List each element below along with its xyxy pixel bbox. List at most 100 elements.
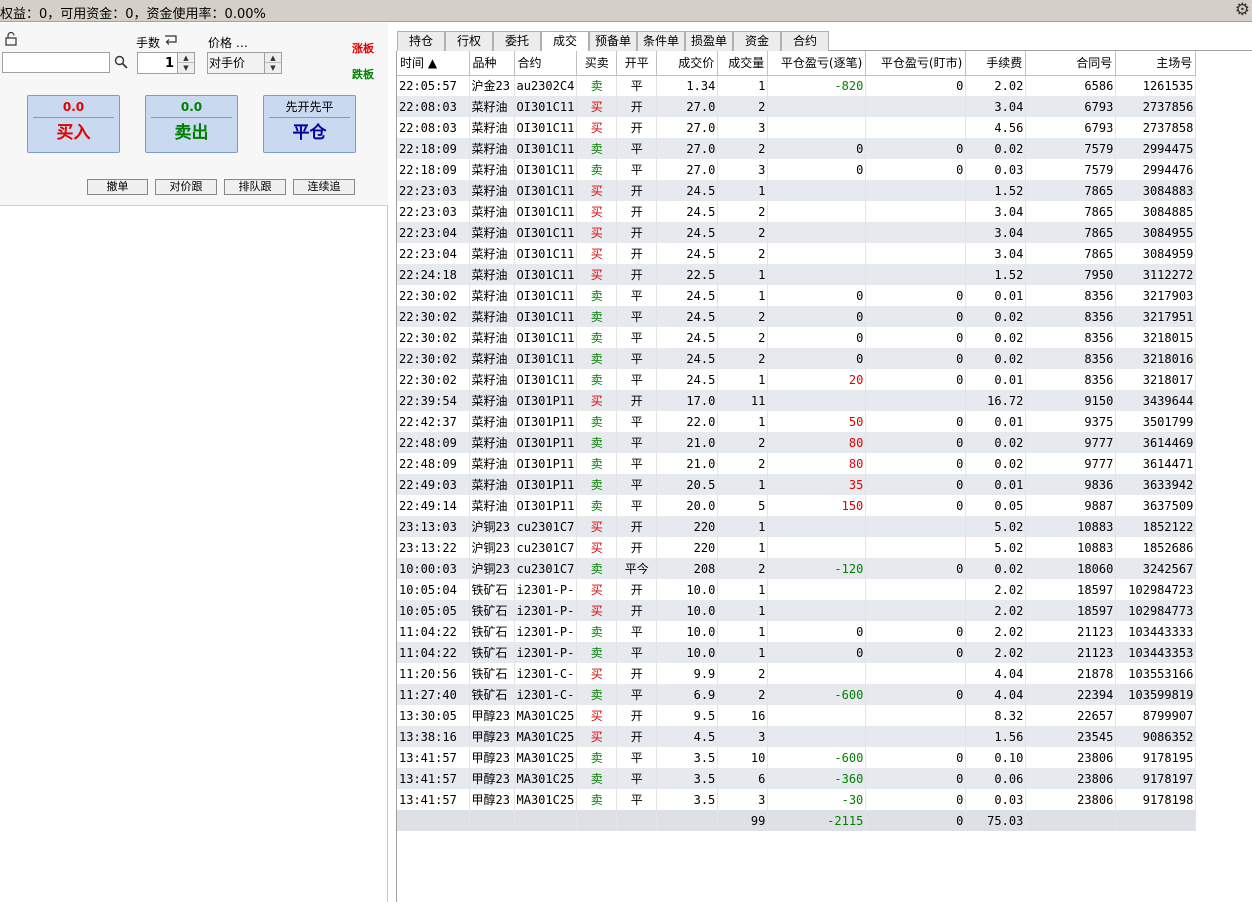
- cell-exchange-no: 2994476: [1115, 159, 1197, 180]
- table-row[interactable]: 22:39:54 菜籽油 OI301P11 买开 17.0 11 16.72 9150 3439…: [397, 390, 1197, 411]
- tab-contracts[interactable]: 合约: [781, 31, 829, 51]
- table-row[interactable]: 22:23:03 菜籽油 OI301C11 买开 24.5 2 3.04 7865 308488…: [397, 201, 1197, 222]
- table-row[interactable]: 22:24:18 菜籽油 OI301C11 买开 22.5 1 1.52 7950 311227…: [397, 264, 1197, 285]
- table-row[interactable]: 11:20:56 铁矿石 i2301-C- 买开 9.9 2 4.04 21878 103553…: [397, 663, 1197, 684]
- table-row[interactable]: 22:23:04 菜籽油 OI301C11 买开 24.5 2 3.04 7865 308495…: [397, 243, 1197, 264]
- table-row[interactable]: 10:00:03 沪铜23 cu2301C7 卖平今 208 2 -120 0 0.02 1806…: [397, 558, 1197, 579]
- tab-prepared-orders[interactable]: 预备单: [589, 31, 637, 51]
- summary-cell-side: [576, 810, 618, 831]
- tab-positions[interactable]: 持仓: [397, 31, 445, 51]
- price-stepper[interactable]: 对手价 ▲ ▼: [207, 52, 282, 74]
- cell-pnl-mtm: [865, 705, 967, 726]
- column-header-volume[interactable]: 成交量: [717, 51, 769, 76]
- spin-down-icon[interactable]: ▼: [178, 63, 194, 73]
- table-row[interactable]: 23:13:22 沪铜23 cu2301C7 买开 220 1 5.02 10883 18526…: [397, 537, 1197, 558]
- price-label[interactable]: 价格 …: [208, 34, 248, 51]
- table-row[interactable]: 22:49:03 菜籽油 OI301P11 卖平 20.5 1 35 0 0.01 9836 363…: [397, 474, 1197, 495]
- quantity-spinner[interactable]: ▲ ▼: [177, 53, 194, 73]
- cell-pnl-mtm: 0: [865, 747, 967, 768]
- lock-icon[interactable]: [5, 32, 17, 46]
- tab-trades[interactable]: 成交: [541, 31, 589, 52]
- tab-exercise[interactable]: 行权: [445, 31, 493, 51]
- cancel-order-button[interactable]: 撤单: [87, 179, 148, 195]
- table-row[interactable]: 22:42:37 菜籽油 OI301P11 卖平 22.0 1 50 0 0.01 9375 350…: [397, 411, 1197, 432]
- cell-pnl-trade: [767, 201, 867, 222]
- quantity-stepper[interactable]: 1 ▲ ▼: [137, 52, 195, 74]
- column-header-pnl-trade[interactable]: 平仓盈亏(逐笔): [767, 51, 867, 76]
- cell-fee: 0.01: [965, 474, 1027, 495]
- table-row[interactable]: 22:18:09 菜籽油 OI301C11 卖平 27.0 2 0 0 0.02 7579 2994…: [397, 138, 1197, 159]
- spin-up-icon[interactable]: ▲: [178, 53, 194, 63]
- tab-bar: 持仓 行权 委托 成交 预备单 条件单 损盈单 资金 合约: [397, 31, 1252, 52]
- limit-up-button[interactable]: 涨板: [352, 40, 374, 56]
- queue-follow-button[interactable]: 排队跟: [224, 179, 286, 195]
- sell-button[interactable]: 0.0 卖出: [145, 95, 238, 153]
- table-row[interactable]: 23:13:03 沪铜23 cu2301C7 买开 220 1 5.02 10883 18521…: [397, 516, 1197, 537]
- tab-orders[interactable]: 委托: [493, 31, 541, 51]
- table-row[interactable]: 11:04:22 铁矿石 i2301-P- 卖平 10.0 1 0 0 2.02 21123 103…: [397, 621, 1197, 642]
- cell-fee: 0.01: [965, 369, 1027, 390]
- column-header-open-close[interactable]: 开平: [616, 51, 658, 76]
- table-row[interactable]: 22:49:14 菜籽油 OI301P11 卖平 20.0 5 150 0 0.05 9887 36…: [397, 495, 1197, 516]
- table-row[interactable]: 22:18:09 菜籽油 OI301C11 卖平 27.0 3 0 0 0.03 7579 2994…: [397, 159, 1197, 180]
- column-header-contract[interactable]: 合约: [514, 51, 578, 76]
- column-header-product[interactable]: 品种: [469, 51, 515, 76]
- table-row[interactable]: 11:27:40 铁矿石 i2301-C- 卖平 6.9 2 -600 0 4.04 22394 1…: [397, 684, 1197, 705]
- column-header-contract-no[interactable]: 合同号: [1025, 51, 1117, 76]
- table-row[interactable]: 13:41:57 甲醇23 MA301C25 卖平 3.5 10 -600 0 0.10 2380…: [397, 747, 1197, 768]
- table-row[interactable]: 22:30:02 菜籽油 OI301C11 卖平 24.5 2 0 0 0.02 8356 3217…: [397, 306, 1197, 327]
- table-row[interactable]: 22:05:57 沪金23 au2302C4 卖平 1.34 1 -820 0 2.02 6586…: [397, 75, 1197, 96]
- cell-fee: 3.04: [965, 243, 1027, 264]
- table-row[interactable]: 11:04:22 铁矿石 i2301-P- 卖平 10.0 1 0 0 2.02 21123 103…: [397, 642, 1197, 663]
- counter-price-follow-button[interactable]: 对价跟: [155, 179, 217, 195]
- cell-exchange-no: 3217951: [1115, 306, 1197, 327]
- continuous-chase-button[interactable]: 连续追: [293, 179, 355, 195]
- table-row[interactable]: 22:48:09 菜籽油 OI301P11 卖平 21.0 2 80 0 0.02 9777 361…: [397, 453, 1197, 474]
- table-row[interactable]: 22:08:03 菜籽油 OI301C11 买开 27.0 2 3.04 6793 273785…: [397, 96, 1197, 117]
- column-header-side[interactable]: 买卖: [576, 51, 618, 76]
- table-row[interactable]: 22:30:02 菜籽油 OI301C11 卖平 24.5 1 0 0 0.01 8356 3217…: [397, 285, 1197, 306]
- gear-icon[interactable]: ⚙: [1235, 0, 1250, 20]
- return-icon[interactable]: [164, 35, 178, 46]
- limit-down-button[interactable]: 跌板: [352, 66, 374, 82]
- cell-product: 甲醇23: [469, 768, 515, 789]
- cell-price: 24.5: [656, 369, 719, 390]
- table-row[interactable]: 10:05:05 铁矿石 i2301-P- 买开 10.0 1 2.02 18597 10298…: [397, 600, 1197, 621]
- table-row[interactable]: 22:30:02 菜籽油 OI301C11 卖平 24.5 2 0 0 0.02 8356 3218…: [397, 348, 1197, 369]
- search-icon[interactable]: [114, 55, 128, 69]
- table-row[interactable]: 22:48:09 菜籽油 OI301P11 卖平 21.0 2 80 0 0.02 9777 361…: [397, 432, 1197, 453]
- cell-pnl-trade: 0: [767, 306, 867, 327]
- cell-volume: 2: [717, 684, 769, 705]
- cell-contract-no: 7865: [1025, 222, 1117, 243]
- table-row[interactable]: 13:41:57 甲醇23 MA301C25 卖平 3.5 6 -360 0 0.06 23806…: [397, 768, 1197, 789]
- table-row[interactable]: 22:23:04 菜籽油 OI301C11 买开 24.5 2 3.04 7865 308495…: [397, 222, 1197, 243]
- cell-contract-no: 9150: [1025, 390, 1117, 411]
- table-row[interactable]: 10:05:04 铁矿石 i2301-P- 买开 10.0 1 2.02 18597 10298…: [397, 579, 1197, 600]
- table-row[interactable]: 13:30:05 甲醇23 MA301C25 买开 9.5 16 8.32 22657 8799…: [397, 705, 1197, 726]
- tab-funds[interactable]: 资金: [733, 31, 781, 51]
- cell-pnl-trade: -600: [767, 747, 867, 768]
- contract-code-input[interactable]: [2, 52, 110, 73]
- tab-stop-orders[interactable]: 损盈单: [685, 31, 733, 51]
- close-position-button[interactable]: 先开先平 平仓: [263, 95, 356, 153]
- price-spinner[interactable]: ▲ ▼: [264, 53, 281, 73]
- tab-conditional-orders[interactable]: 条件单: [637, 31, 685, 51]
- column-header-pnl-mtm[interactable]: 平仓盈亏(盯市): [865, 51, 967, 76]
- table-row[interactable]: 22:30:02 菜籽油 OI301C11 卖平 24.5 2 0 0 0.02 8356 3218…: [397, 327, 1197, 348]
- spin-down-icon[interactable]: ▼: [265, 63, 281, 73]
- cell-pnl-trade: [767, 390, 867, 411]
- cell-side: 卖: [576, 327, 618, 348]
- table-row[interactable]: 13:41:57 甲醇23 MA301C25 卖平 3.5 3 -30 0 0.03 23806 9…: [397, 789, 1197, 810]
- table-row[interactable]: 22:23:03 菜籽油 OI301C11 买开 24.5 1 1.52 7865 308488…: [397, 180, 1197, 201]
- table-row[interactable]: 13:38:16 甲醇23 MA301C25 买开 4.5 3 1.56 23545 90863…: [397, 726, 1197, 747]
- spin-up-icon[interactable]: ▲: [265, 53, 281, 63]
- cell-fee: 5.02: [965, 516, 1027, 537]
- column-header-exchange-no[interactable]: 主场号: [1115, 51, 1197, 76]
- column-header-time[interactable]: 时间 ▲: [397, 51, 470, 76]
- table-row[interactable]: 22:30:02 菜籽油 OI301C11 卖平 24.5 1 20 0 0.01 8356 321…: [397, 369, 1197, 390]
- buy-button[interactable]: 0.0 买入: [27, 95, 120, 153]
- table-row[interactable]: 22:08:03 菜籽油 OI301C11 买开 27.0 3 4.56 6793 273785…: [397, 117, 1197, 138]
- column-header-fee[interactable]: 手续费: [965, 51, 1027, 76]
- column-header-price[interactable]: 成交价: [656, 51, 719, 76]
- cell-volume: 2: [717, 663, 769, 684]
